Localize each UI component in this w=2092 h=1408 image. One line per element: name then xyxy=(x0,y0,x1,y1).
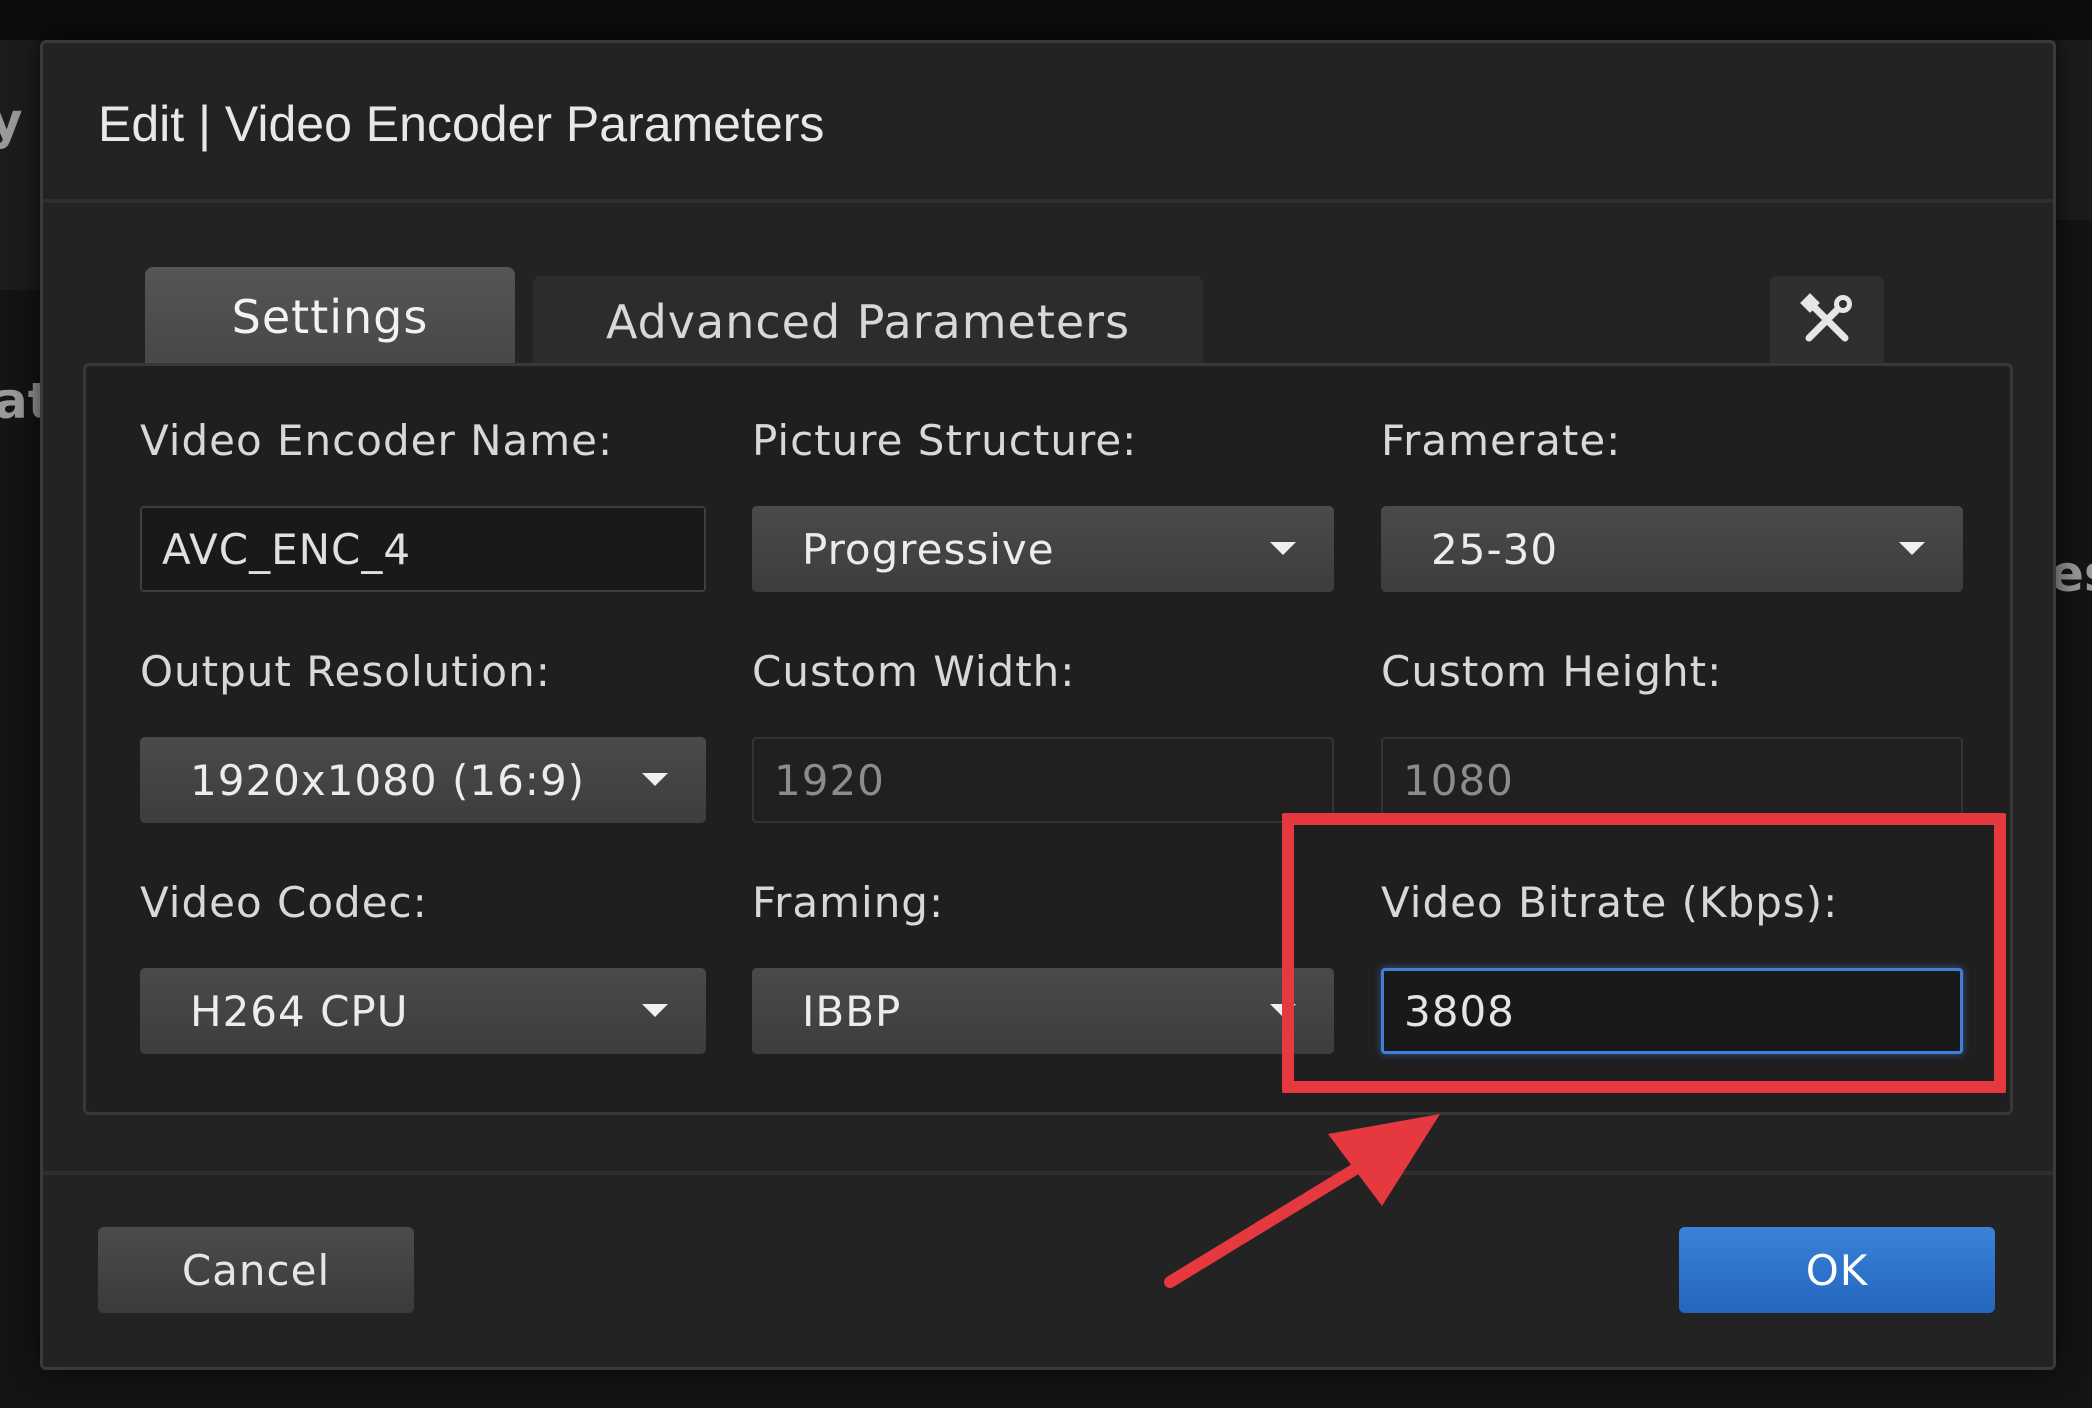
video-codec-select[interactable]: H264 CPU xyxy=(140,968,706,1054)
output-resolution-select[interactable]: 1920x1080 (16:9) xyxy=(140,737,706,823)
ok-button[interactable]: OK xyxy=(1679,1227,1995,1313)
encoder-name-input[interactable]: AVC_ENC_4 xyxy=(140,506,706,592)
tab-advanced-parameters[interactable]: Advanced Parameters xyxy=(533,276,1203,367)
background-top-bar xyxy=(0,0,2092,40)
video-bitrate-input[interactable]: 3808 xyxy=(1381,968,1963,1054)
dialog-header: Edit | Video Encoder Parameters xyxy=(43,43,2053,203)
cancel-button[interactable]: Cancel xyxy=(98,1227,414,1313)
background-panel-left xyxy=(0,40,40,290)
chevron-down-icon xyxy=(642,773,668,786)
custom-height-input[interactable]: 1080 xyxy=(1381,737,1963,823)
picture-structure-label: Picture Structure: xyxy=(752,416,1138,465)
framerate-select[interactable]: 25-30 xyxy=(1381,506,1963,592)
tools-button[interactable] xyxy=(1770,276,1884,367)
chevron-down-icon xyxy=(1270,1004,1296,1017)
picture-structure-value: Progressive xyxy=(802,524,1055,574)
encoder-name-label: Video Encoder Name: xyxy=(140,416,614,465)
picture-structure-select[interactable]: Progressive xyxy=(752,506,1334,592)
framerate-value: 25-30 xyxy=(1431,524,1559,574)
output-resolution-value: 1920x1080 (16:9) xyxy=(190,755,586,805)
framing-value: IBBP xyxy=(802,986,902,1036)
dialog-title: Edit | Video Encoder Parameters xyxy=(98,96,825,152)
framerate-label: Framerate: xyxy=(1381,416,1622,465)
video-codec-label: Video Codec: xyxy=(140,878,428,927)
tab-settings[interactable]: Settings xyxy=(145,267,515,367)
background-text-fragment: es xyxy=(2050,545,2092,603)
chevron-down-icon xyxy=(1899,542,1925,555)
video-bitrate-label: Video Bitrate (Kbps): xyxy=(1381,878,1839,927)
custom-width-input[interactable]: 1920 xyxy=(752,737,1334,823)
chevron-down-icon xyxy=(1270,542,1296,555)
chevron-down-icon xyxy=(642,1004,668,1017)
custom-height-label: Custom Height: xyxy=(1381,647,1723,696)
video-encoder-dialog: Edit | Video Encoder Parameters Settings… xyxy=(40,40,2056,1370)
output-resolution-label: Output Resolution: xyxy=(140,647,551,696)
wrench-screwdriver-icon xyxy=(1799,292,1855,352)
framing-label: Framing: xyxy=(752,878,945,927)
settings-panel: Video Encoder Name: AVC_ENC_4 Picture St… xyxy=(83,363,2013,1115)
custom-width-label: Custom Width: xyxy=(752,647,1076,696)
dialog-footer: Cancel OK xyxy=(43,1171,2053,1371)
framing-select[interactable]: IBBP xyxy=(752,968,1334,1054)
background-panel-right xyxy=(2050,40,2092,220)
video-codec-value: H264 CPU xyxy=(190,986,409,1036)
